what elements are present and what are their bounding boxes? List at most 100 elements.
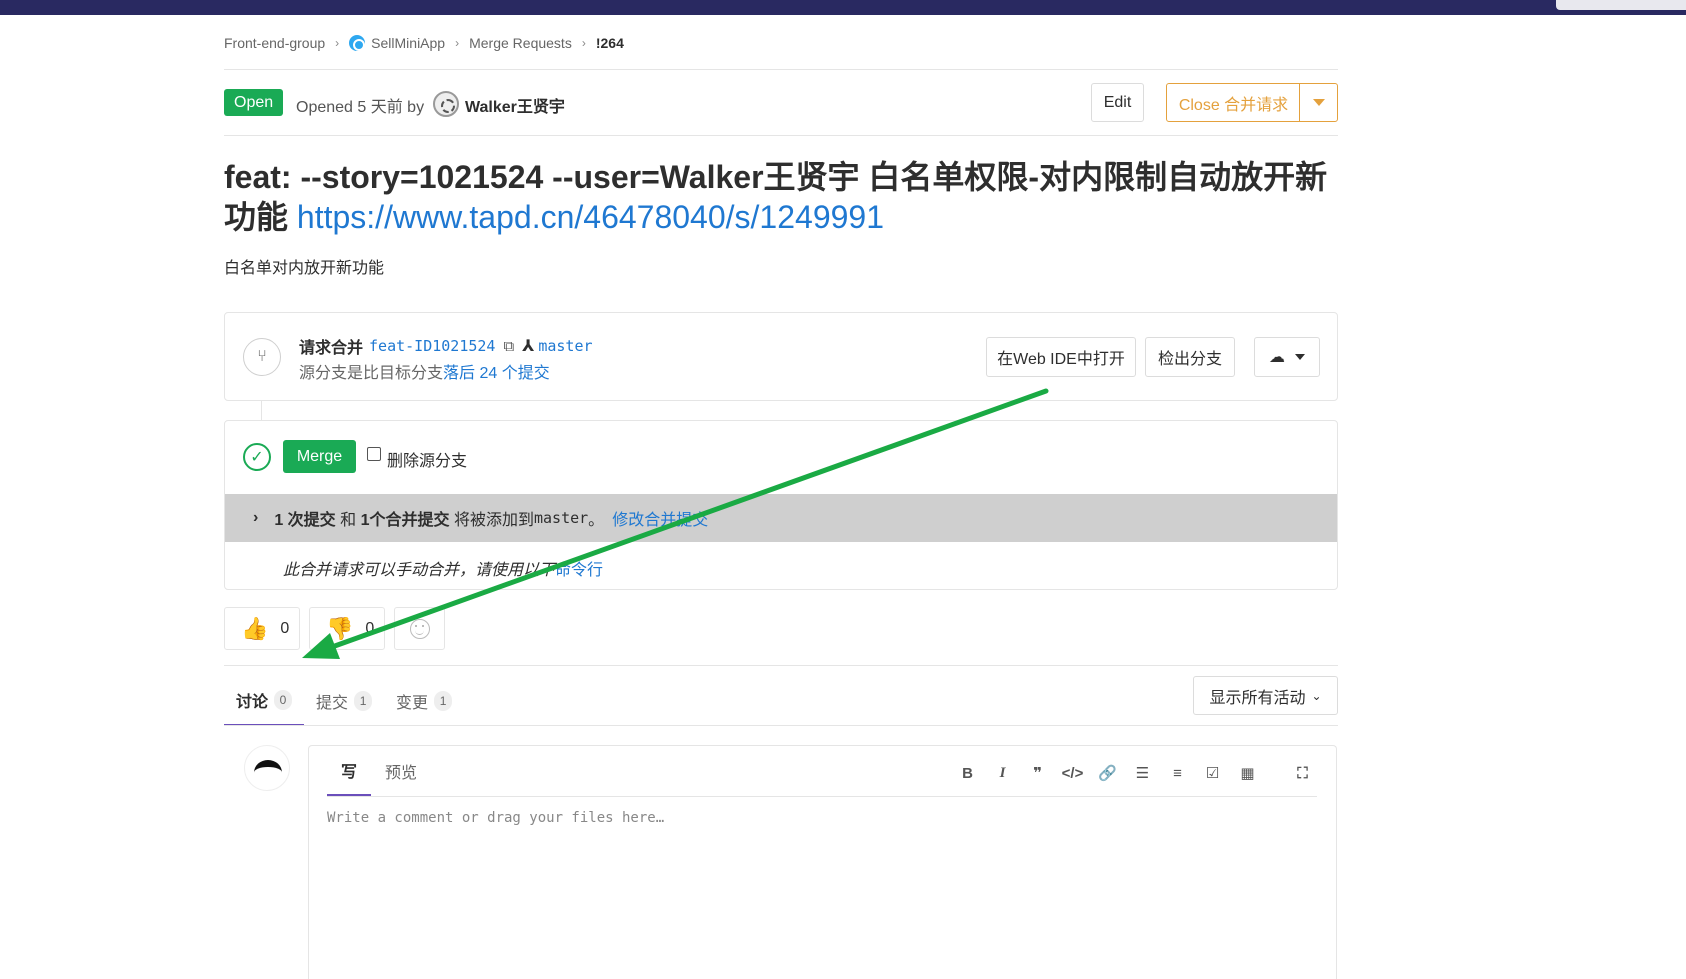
- divider: [224, 665, 1338, 666]
- modify-merge-commit-link[interactable]: 修改合并提交: [612, 506, 708, 530]
- thumbsdown-icon: 👎: [326, 615, 354, 641]
- link-icon[interactable]: 🔗: [1090, 760, 1125, 786]
- task-list-icon[interactable]: ☑: [1195, 760, 1230, 786]
- breadcrumb-group[interactable]: Front-end-group: [224, 35, 325, 51]
- target-branch[interactable]: master: [538, 337, 592, 355]
- tab-discussion[interactable]: 讨论 0: [224, 675, 305, 726]
- divider: [224, 69, 1338, 70]
- tab-count: 1: [354, 690, 373, 711]
- tab-count: 0: [274, 689, 293, 710]
- delete-source-label[interactable]: 删除源分支: [387, 447, 467, 471]
- breadcrumb-project[interactable]: SellMiniApp: [371, 35, 445, 51]
- branch-line: 请求合并 feat-ID1021524 ⧉ ⅄ master: [299, 334, 593, 358]
- numbered-list-icon[interactable]: ≡: [1160, 760, 1195, 786]
- divider: [327, 796, 1317, 797]
- tab-preview[interactable]: 预览: [371, 746, 431, 796]
- request-merge-label: 请求合并: [299, 340, 364, 357]
- comment-textarea[interactable]: [327, 806, 1317, 966]
- mr-title: feat: --story=1021524 --user=Walker王贤宇 白…: [224, 157, 1338, 237]
- caret-down-icon: [1295, 354, 1305, 360]
- activity-filter-dropdown[interactable]: 显示所有活动 ⌄: [1193, 676, 1338, 715]
- author-name[interactable]: Walker王贤宇: [465, 93, 565, 117]
- caret-down-icon: [1312, 99, 1325, 106]
- opened-text: Opened 5 天前 by: [296, 99, 425, 116]
- merge-request-icon: ⑂: [243, 338, 281, 376]
- merge-button[interactable]: Merge: [283, 440, 356, 473]
- target-branch-name: master: [533, 509, 589, 527]
- markdown-toolbar: B I ❞ </> 🔗 ☰ ≡ ☑ ▦ ⛶: [950, 760, 1320, 786]
- download-icon: ☁: [1269, 349, 1285, 366]
- thumbsup-count: 0: [280, 619, 290, 637]
- table-icon[interactable]: ▦: [1230, 760, 1265, 786]
- commit-count: 1 次提交: [274, 512, 336, 529]
- timeline-connector: [261, 401, 262, 421]
- thumbsdown-award-button[interactable]: 👎 0: [309, 607, 385, 650]
- tab-count: 1: [434, 690, 453, 711]
- branch-info-card: ⑂ 请求合并 feat-ID1021524 ⧉ ⅄ master 源分支是比目标…: [224, 312, 1338, 401]
- author-avatar[interactable]: [433, 91, 459, 117]
- close-options-button[interactable]: [1299, 83, 1338, 122]
- italic-icon[interactable]: I: [985, 760, 1020, 786]
- commit-summary-bar[interactable]: › 1 次提交 和 1个合并提交 将被添加到 master。修改合并提交: [225, 494, 1337, 542]
- manual-merge-label: 此合并请求可以手动合并，请使用以下: [283, 562, 556, 579]
- checkout-branch-button[interactable]: 检出分支: [1145, 337, 1235, 377]
- fullscreen-icon[interactable]: ⛶: [1285, 760, 1320, 786]
- tab-label: 提交: [316, 694, 349, 712]
- period: 。: [588, 512, 605, 529]
- download-button[interactable]: ☁: [1254, 337, 1320, 377]
- copy-icon[interactable]: ⧉: [503, 338, 514, 355]
- thumbsup-icon: 👍: [241, 615, 269, 641]
- bold-icon[interactable]: B: [950, 760, 985, 786]
- chevron-right-icon: ›: [581, 36, 586, 50]
- code-icon[interactable]: </>: [1055, 760, 1090, 786]
- bullet-list-icon[interactable]: ☰: [1125, 760, 1160, 786]
- chevron-right-icon: ›: [335, 36, 340, 50]
- open-web-ide-button[interactable]: 在Web IDE中打开: [986, 337, 1136, 377]
- merge-widget: ✓ Merge 删除源分支 › 1 次提交 和 1个合并提交 将被添加到 mast…: [224, 420, 1338, 590]
- chevron-right-icon[interactable]: ›: [253, 509, 258, 527]
- thumbsdown-count: 0: [365, 619, 375, 637]
- command-line-link[interactable]: 命令行: [555, 562, 603, 579]
- divider: [224, 725, 1338, 726]
- mr-header: Open Opened 5 天前 by Walker王贤宇 Edit Close…: [224, 83, 1338, 122]
- mr-description: 白名单对内放开新功能: [224, 260, 385, 277]
- tab-commits[interactable]: 提交 1: [304, 675, 384, 726]
- merge-commit-count: 1个合并提交: [360, 512, 450, 529]
- behind-info: 源分支是比目标分支落后 24 个提交: [299, 359, 550, 383]
- top-navbar: [0, 0, 1686, 15]
- chevron-right-icon: ›: [455, 36, 460, 50]
- behind-prefix: 源分支是比目标分支: [299, 365, 444, 382]
- tab-label: 变更: [396, 694, 429, 712]
- status-badge: Open: [224, 89, 284, 116]
- divider: [224, 135, 1338, 136]
- close-mr-button[interactable]: Close 合并请求: [1166, 83, 1301, 122]
- will-add-text: 将被添加到: [453, 512, 534, 529]
- and-text: 和: [340, 512, 357, 529]
- project-icon: [349, 35, 366, 51]
- breadcrumb-merge-requests[interactable]: Merge Requests: [469, 35, 572, 51]
- merge-into-icon: ⅄: [522, 338, 535, 355]
- manual-merge-text: 此合并请求可以手动合并，请使用以下命令行: [283, 556, 603, 580]
- behind-link[interactable]: 落后 24 个提交: [443, 365, 550, 382]
- tab-label: 讨论: [236, 693, 269, 711]
- quote-icon[interactable]: ❞: [1020, 760, 1055, 786]
- activity-filter-label: 显示所有活动: [1209, 689, 1306, 707]
- breadcrumb-current[interactable]: !264: [596, 35, 624, 51]
- current-user-avatar[interactable]: [244, 745, 290, 791]
- tab-write[interactable]: 写: [327, 746, 372, 796]
- tapd-link[interactable]: https://www.tapd.cn/46478040/s/1249991: [297, 199, 884, 235]
- tab-changes[interactable]: 变更 1: [384, 675, 464, 726]
- edit-button[interactable]: Edit: [1091, 83, 1144, 122]
- breadcrumb: Front-end-group › SellMiniApp › Merge Re…: [224, 35, 624, 51]
- chevron-down-icon: ⌄: [1311, 688, 1322, 703]
- delete-source-checkbox[interactable]: [367, 447, 381, 461]
- add-reaction-button[interactable]: [394, 607, 445, 650]
- source-branch[interactable]: feat-ID1021524: [369, 337, 495, 355]
- mr-tabs: 讨论 0 提交 1 变更 1: [224, 675, 464, 726]
- browser-tab[interactable]: [1556, 0, 1686, 10]
- editor-tabs: 写 预览: [327, 746, 431, 796]
- thumbsup-award-button[interactable]: 👍 0: [224, 607, 300, 650]
- smiley-icon: [409, 618, 430, 639]
- comment-editor: 写 预览 B I ❞ </> 🔗 ☰ ≡ ☑ ▦ ⛶: [308, 745, 1337, 979]
- check-circle-icon: ✓: [243, 443, 271, 471]
